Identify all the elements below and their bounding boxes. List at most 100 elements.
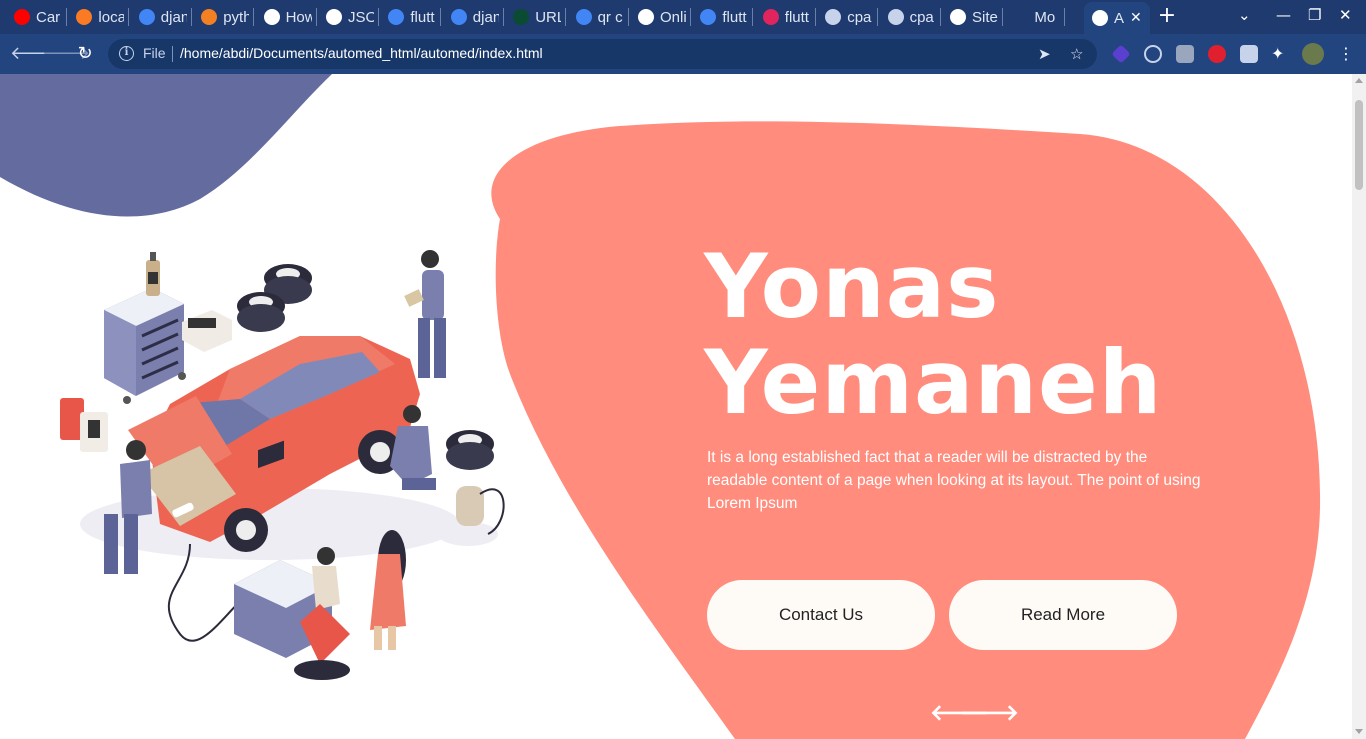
browser-tab[interactable]: qr c: [575, 4, 629, 30]
garage-illustration: [60, 250, 505, 680]
tab-separator: [627, 8, 629, 26]
tab-separator: [690, 8, 691, 26]
reload-icon[interactable]: ↻: [74, 43, 96, 65]
address-bar[interactable]: i File /home/abdi/Documents/automed_html…: [108, 39, 1097, 69]
blank-icon: [1012, 9, 1029, 25]
avatar[interactable]: [1302, 43, 1324, 65]
scroll-thumb[interactable]: [1355, 100, 1363, 190]
browser-tab[interactable]: JSO: [326, 4, 379, 30]
tab-separator: [190, 8, 192, 26]
globe-icon: [326, 9, 342, 25]
scroll-up-icon[interactable]: [1355, 78, 1363, 83]
browser-tab[interactable]: flutt: [700, 4, 754, 30]
extension-c-icon[interactable]: [1144, 45, 1162, 63]
forward-icon[interactable]: 🡒: [42, 43, 90, 65]
page-content: Yonas Yemaneh It is a long established f…: [0, 74, 1352, 739]
extension-tile-icon[interactable]: [1240, 45, 1258, 63]
rose-icon: [762, 9, 779, 25]
qr-icon: [638, 9, 654, 25]
extension-gem-icon[interactable]: [1111, 44, 1131, 64]
browser-tab[interactable]: flutt: [388, 4, 442, 30]
browser-tab[interactable]: How: [263, 4, 317, 30]
browser-toolbar: 🡐 🡒 ↻ i File /home/abdi/Documents/autome…: [0, 34, 1366, 74]
tab-title: loca: [98, 8, 125, 26]
tab-separator: [128, 8, 130, 26]
tab-title: How: [285, 8, 312, 26]
youtube-icon: [14, 9, 30, 25]
info-icon[interactable]: i: [119, 46, 134, 61]
url-text[interactable]: /home/abdi/Documents/automed_html/autome…: [180, 45, 543, 61]
browser-tab[interactable]: flutt: [762, 4, 816, 30]
google-icon: [388, 9, 405, 25]
browser-tab[interactable]: loca: [76, 4, 130, 30]
tab-title: Site: [972, 8, 998, 26]
puzzle-icon[interactable]: ✦: [1271, 45, 1289, 63]
tab-title: Onli: [660, 8, 686, 26]
browser-tab[interactable]: djan: [138, 4, 192, 30]
hero-description: It is a long established fact that a rea…: [707, 449, 1201, 512]
tab-title: JSO: [348, 8, 374, 26]
tab-separator: [565, 8, 567, 26]
browser-tab[interactable]: Car: [14, 4, 67, 30]
globe-icon: [950, 9, 966, 25]
tab-title: djan: [160, 8, 187, 26]
xampp-icon: [76, 9, 93, 25]
tab-separator: [1002, 8, 1003, 26]
tab-search-icon[interactable]: ⌄: [1238, 6, 1251, 24]
browser-tab[interactable]: Mo: [1012, 4, 1066, 30]
send-icon[interactable]: ➤: [1038, 45, 1051, 63]
tab-separator: [939, 8, 941, 26]
tab-title: djan: [472, 8, 499, 26]
google-icon: [700, 9, 717, 25]
tab-title: qr c: [597, 8, 623, 26]
tab-separator: [877, 8, 879, 26]
stackoverflow-icon: [201, 9, 218, 25]
tab-separator: [440, 8, 442, 26]
hero-name: Yonas Yemaneh: [704, 239, 1162, 431]
scheme-label: File: [143, 45, 166, 61]
tab-title: Mo: [1034, 8, 1056, 26]
scrollbar[interactable]: [1352, 74, 1366, 739]
read-more-button[interactable]: Read More: [949, 580, 1177, 650]
browser-tab[interactable]: Onli: [638, 4, 691, 30]
tab-title: flutt: [722, 8, 747, 26]
corner-blob: [0, 74, 332, 217]
restore-icon[interactable]: ❐: [1308, 6, 1321, 24]
close-window-icon[interactable]: ✕: [1339, 6, 1352, 24]
scroll-down-icon[interactable]: [1355, 729, 1363, 734]
tab-separator: [814, 8, 816, 26]
google-icon: [138, 9, 155, 25]
tab-separator: [1064, 8, 1066, 26]
tab-separator: [752, 8, 754, 26]
globe-icon: [1092, 10, 1108, 26]
browser-tab[interactable]: pyth: [201, 4, 255, 30]
browser-tab[interactable]: cpa: [825, 4, 879, 30]
close-icon[interactable]: ✕: [1130, 10, 1142, 26]
tab-separator: [502, 8, 504, 26]
google-icon: [450, 9, 467, 25]
browser-tab[interactable]: djan: [450, 4, 504, 30]
tab-title: URL: [535, 8, 562, 26]
menu-icon[interactable]: ⋮: [1338, 45, 1356, 63]
back-icon[interactable]: 🡐: [10, 43, 58, 65]
contact-us-button[interactable]: Contact Us: [707, 580, 935, 650]
minimize-icon[interactable]: —: [1276, 6, 1291, 24]
extension-shield-icon[interactable]: [1208, 45, 1226, 63]
next-slide-icon[interactable]: 🡒: [960, 700, 1019, 726]
tab-title: pyth: [223, 8, 250, 26]
tab-active[interactable]: A ✕: [1084, 2, 1150, 34]
tab-separator: [378, 8, 379, 26]
tab-title: Car: [36, 8, 61, 26]
browser-tab[interactable]: Site: [950, 4, 1003, 30]
browser-tab[interactable]: URL: [513, 4, 567, 30]
hero-name-line2: Yemaneh: [704, 331, 1163, 434]
star-icon[interactable]: ☆: [1070, 45, 1083, 63]
tab-separator: [253, 8, 255, 26]
browser-tab[interactable]: cpa: [887, 4, 941, 30]
hero-name-line1: Yonas: [704, 235, 1000, 338]
extension-square-icon[interactable]: [1176, 45, 1194, 63]
new-tab-button[interactable]: +: [1156, 5, 1178, 27]
globe-icon: [263, 9, 280, 25]
tab-title: flutt: [410, 8, 435, 26]
tab-strip: Car loca djan pyth How JSO flutt djan URL qr c Onl…: [0, 0, 1366, 34]
